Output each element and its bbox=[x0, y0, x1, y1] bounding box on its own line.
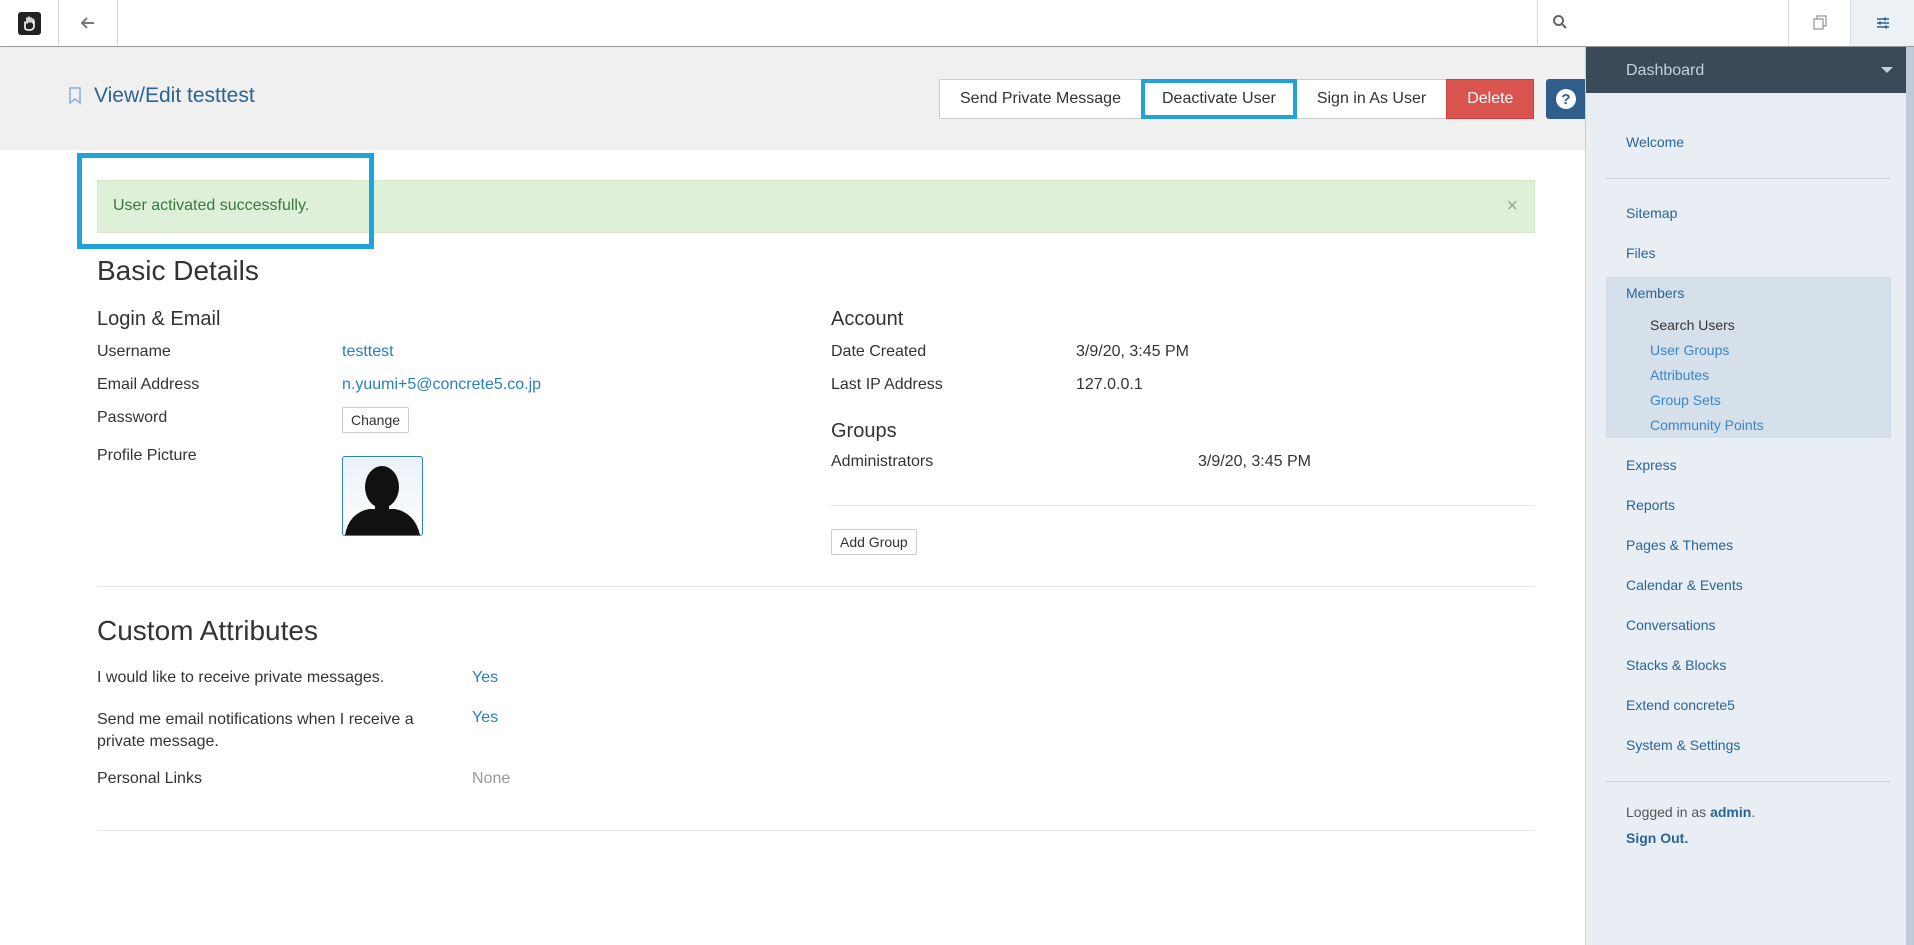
groups-divider bbox=[831, 505, 1535, 506]
search-icon bbox=[1553, 15, 1567, 29]
logged-in-period: . bbox=[1751, 804, 1756, 820]
sidebar-item-system-settings[interactable]: System & Settings bbox=[1626, 737, 1740, 753]
login-email-heading: Login & Email bbox=[97, 308, 221, 330]
attribute-value-private-messages[interactable]: Yes bbox=[472, 669, 498, 687]
email-value[interactable]: n.yuumi+5@concrete5.co.jp bbox=[342, 376, 541, 394]
username-label: Username bbox=[97, 343, 171, 360]
custom-attributes-heading: Custom Attributes bbox=[97, 615, 318, 646]
search-input[interactable] bbox=[1578, 8, 1778, 38]
avatar[interactable] bbox=[342, 456, 423, 536]
sidebar-subitem-user-groups[interactable]: User Groups bbox=[1650, 342, 1729, 358]
sidebar-item-stacks-blocks[interactable]: Stacks & Blocks bbox=[1626, 657, 1726, 673]
attribute-label-personal-links: Personal Links bbox=[97, 770, 202, 787]
username-value[interactable]: testtest bbox=[342, 343, 394, 361]
help-button[interactable]: ? bbox=[1546, 79, 1586, 119]
bookmark-icon[interactable] bbox=[68, 87, 82, 105]
sidebar-scrollbar[interactable] bbox=[1906, 47, 1914, 945]
arrow-left-icon bbox=[81, 17, 94, 29]
sidebar-divider bbox=[1606, 781, 1891, 782]
section-divider bbox=[97, 586, 1535, 587]
page-header: View/Edit testtest Send Private Message … bbox=[0, 48, 1586, 150]
add-group-button[interactable]: Add Group bbox=[831, 529, 917, 555]
date-created-value: 3/9/20, 3:45 PM bbox=[1076, 343, 1189, 360]
sidebar-item-welcome[interactable]: Welcome bbox=[1626, 134, 1684, 150]
sidebar-subitem-group-sets[interactable]: Group Sets bbox=[1650, 392, 1721, 408]
back-button[interactable] bbox=[59, 0, 118, 46]
sidebar-item-reports[interactable]: Reports bbox=[1626, 497, 1675, 513]
attribute-value-email-notifications[interactable]: Yes bbox=[472, 709, 498, 727]
top-toolbar bbox=[0, 0, 1914, 47]
delete-button[interactable]: Delete bbox=[1446, 79, 1535, 119]
sidebar-divider bbox=[1606, 178, 1891, 179]
sidebar-members-group bbox=[1606, 277, 1891, 438]
sidebar-item-pages-themes[interactable]: Pages & Themes bbox=[1626, 537, 1733, 553]
pages-button[interactable] bbox=[1788, 0, 1850, 46]
close-icon[interactable]: × bbox=[1506, 195, 1518, 218]
sidebar-item-express[interactable]: Express bbox=[1626, 457, 1677, 473]
alert-highlight-frame bbox=[77, 153, 374, 249]
sidebar-item-sitemap[interactable]: Sitemap bbox=[1626, 205, 1677, 221]
deactivate-user-button[interactable]: Deactivate User bbox=[1140, 79, 1297, 119]
attribute-label-private-messages: I would like to receive private messages… bbox=[97, 669, 385, 686]
search-box bbox=[1537, 0, 1788, 46]
concrete5-logo-icon bbox=[17, 11, 41, 35]
logged-in-user-link[interactable]: admin bbox=[1710, 804, 1751, 820]
concrete5-logo-button[interactable] bbox=[0, 0, 59, 46]
sidebar-header-label: Dashboard bbox=[1626, 62, 1705, 79]
default-avatar-icon bbox=[345, 466, 420, 535]
sidebar-subitem-community-points[interactable]: Community Points bbox=[1650, 417, 1764, 433]
last-ip-value: 127.0.0.1 bbox=[1076, 376, 1143, 393]
group-date: 3/9/20, 3:45 PM bbox=[1198, 453, 1311, 470]
sidebar-item-calendar-events[interactable]: Calendar & Events bbox=[1626, 577, 1743, 593]
sidebar-subitem-attributes[interactable]: Attributes bbox=[1650, 367, 1709, 383]
sidebar-header[interactable]: Dashboard bbox=[1586, 47, 1914, 93]
groups-heading: Groups bbox=[831, 420, 897, 442]
group-name: Administrators bbox=[831, 453, 934, 470]
attribute-value-personal-links[interactable]: None bbox=[472, 770, 510, 788]
attribute-label-email-notifications: Send me email notifications when I recei… bbox=[97, 711, 414, 750]
question-icon: ? bbox=[1556, 89, 1576, 109]
page-title-text: View/Edit testtest bbox=[94, 84, 255, 107]
sidebar-item-members[interactable]: Members bbox=[1626, 285, 1684, 301]
logged-in-prefix: Logged in as bbox=[1626, 804, 1707, 820]
last-ip-label: Last IP Address bbox=[831, 376, 943, 393]
send-private-message-button[interactable]: Send Private Message bbox=[939, 79, 1142, 119]
sign-in-as-user-button[interactable]: Sign in As User bbox=[1295, 79, 1448, 119]
copy-pages-icon bbox=[1812, 15, 1827, 30]
sign-out-link[interactable]: Sign Out. bbox=[1626, 830, 1688, 846]
svg-text:?: ? bbox=[1561, 91, 1570, 108]
sidebar-subitem-search-users[interactable]: Search Users bbox=[1650, 317, 1735, 333]
sidebar-item-extend-concrete5[interactable]: Extend concrete5 bbox=[1626, 697, 1735, 713]
email-label: Email Address bbox=[97, 376, 200, 393]
sliders-icon bbox=[1876, 17, 1889, 29]
sidebar-item-conversations[interactable]: Conversations bbox=[1626, 617, 1716, 633]
caret-down-icon bbox=[1881, 67, 1893, 73]
page-title: View/Edit testtest bbox=[68, 84, 255, 108]
change-password-button[interactable]: Change bbox=[342, 407, 410, 433]
header-actions: Send Private Message Deactivate User Sig… bbox=[939, 79, 1535, 119]
sidebar-item-files[interactable]: Files bbox=[1626, 245, 1656, 261]
basic-details-heading: Basic Details bbox=[97, 255, 259, 286]
dashboard-toggle-button[interactable] bbox=[1850, 0, 1914, 46]
dashboard-sidebar: Dashboard Welcome Sitemap Files Members … bbox=[1585, 47, 1914, 945]
profile-picture-label: Profile Picture bbox=[97, 447, 197, 464]
password-label: Password bbox=[97, 409, 168, 426]
logged-in-info: Logged in as admin. bbox=[1626, 804, 1755, 820]
date-created-label: Date Created bbox=[831, 343, 927, 360]
bottom-divider bbox=[97, 830, 1535, 831]
account-heading: Account bbox=[831, 308, 904, 330]
